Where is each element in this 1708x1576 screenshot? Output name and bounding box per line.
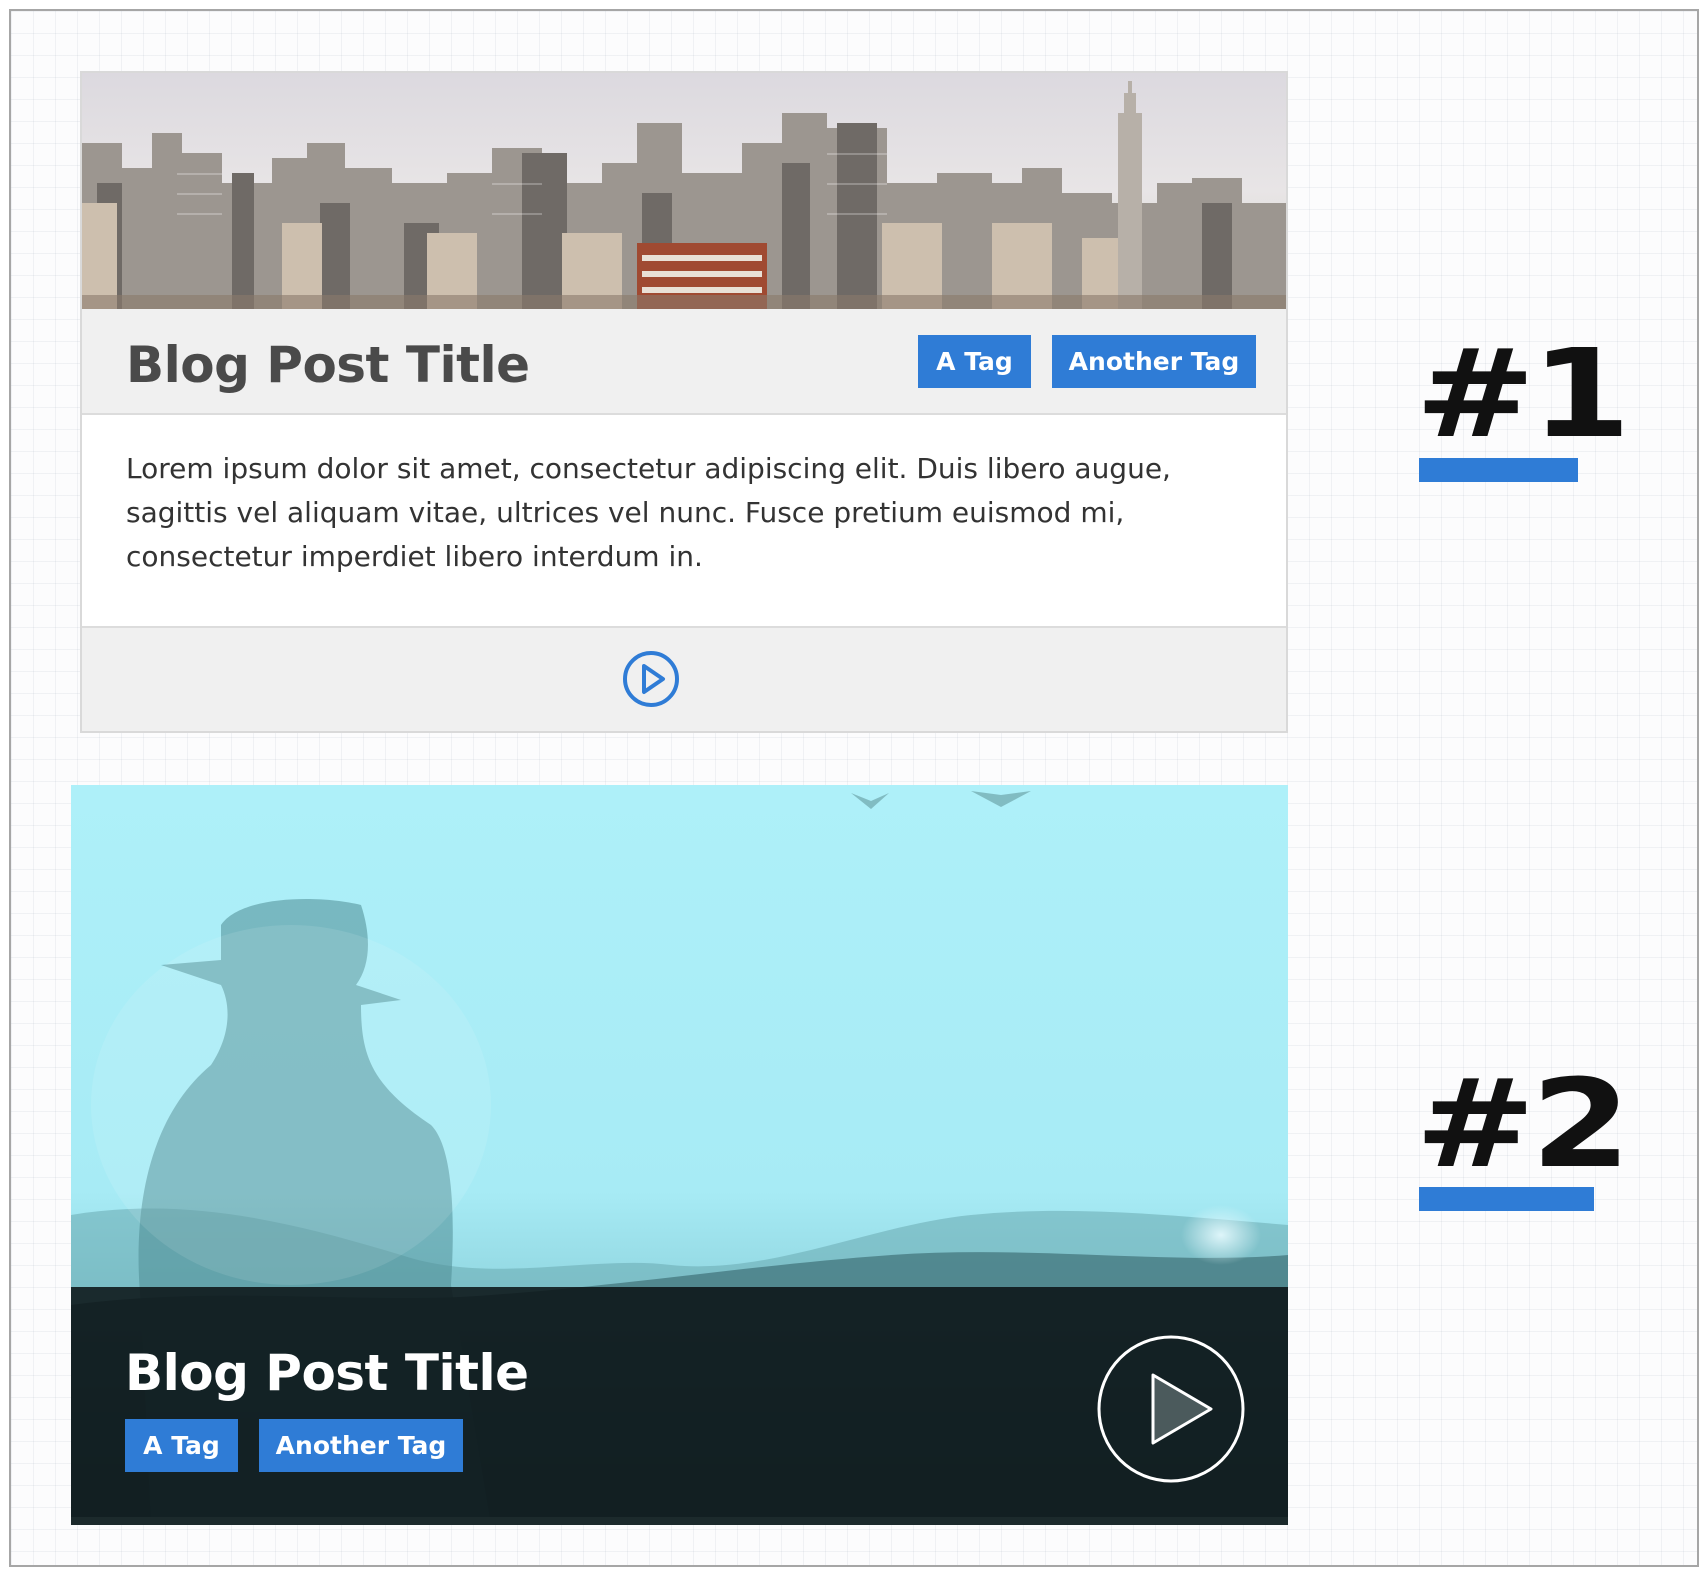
label-number-2: #2 <box>1415 1053 1631 1195</box>
card-2-tag-a[interactable]: A Tag <box>125 1419 238 1472</box>
play-circle-icon[interactable] <box>622 650 680 708</box>
card-2-caption-overlay: Blog Post Title A Tag Another Tag <box>71 1287 1288 1517</box>
card-2-bottom-strip <box>71 1517 1288 1525</box>
card-2-tag-another[interactable]: Another Tag <box>259 1419 463 1472</box>
city-skyline-photo <box>82 73 1286 309</box>
canvas-frame: Blog Post Title A Tag Another Tag Lorem … <box>9 9 1699 1567</box>
card-1-header: Blog Post Title A Tag Another Tag <box>82 309 1286 415</box>
card-1-tag-another[interactable]: Another Tag <box>1052 335 1256 388</box>
play-circle-icon[interactable] <box>1097 1335 1245 1483</box>
label-2-underline <box>1419 1187 1594 1211</box>
card-1-excerpt: Lorem ipsum dolor sit amet, consectetur … <box>126 452 1171 573</box>
label-1-underline <box>1419 458 1578 482</box>
card-1-title[interactable]: Blog Post Title <box>126 335 530 395</box>
card-1-header-image <box>82 73 1286 309</box>
card-1-tag-a[interactable]: A Tag <box>918 335 1031 388</box>
blog-card-1: Blog Post Title A Tag Another Tag Lorem … <box>80 71 1288 733</box>
card-1-footer <box>82 626 1286 731</box>
blog-card-2: Blog Post Title A Tag Another Tag <box>71 785 1288 1525</box>
label-number-1: #1 <box>1415 323 1631 465</box>
card-2-title[interactable]: Blog Post Title <box>125 1343 529 1403</box>
